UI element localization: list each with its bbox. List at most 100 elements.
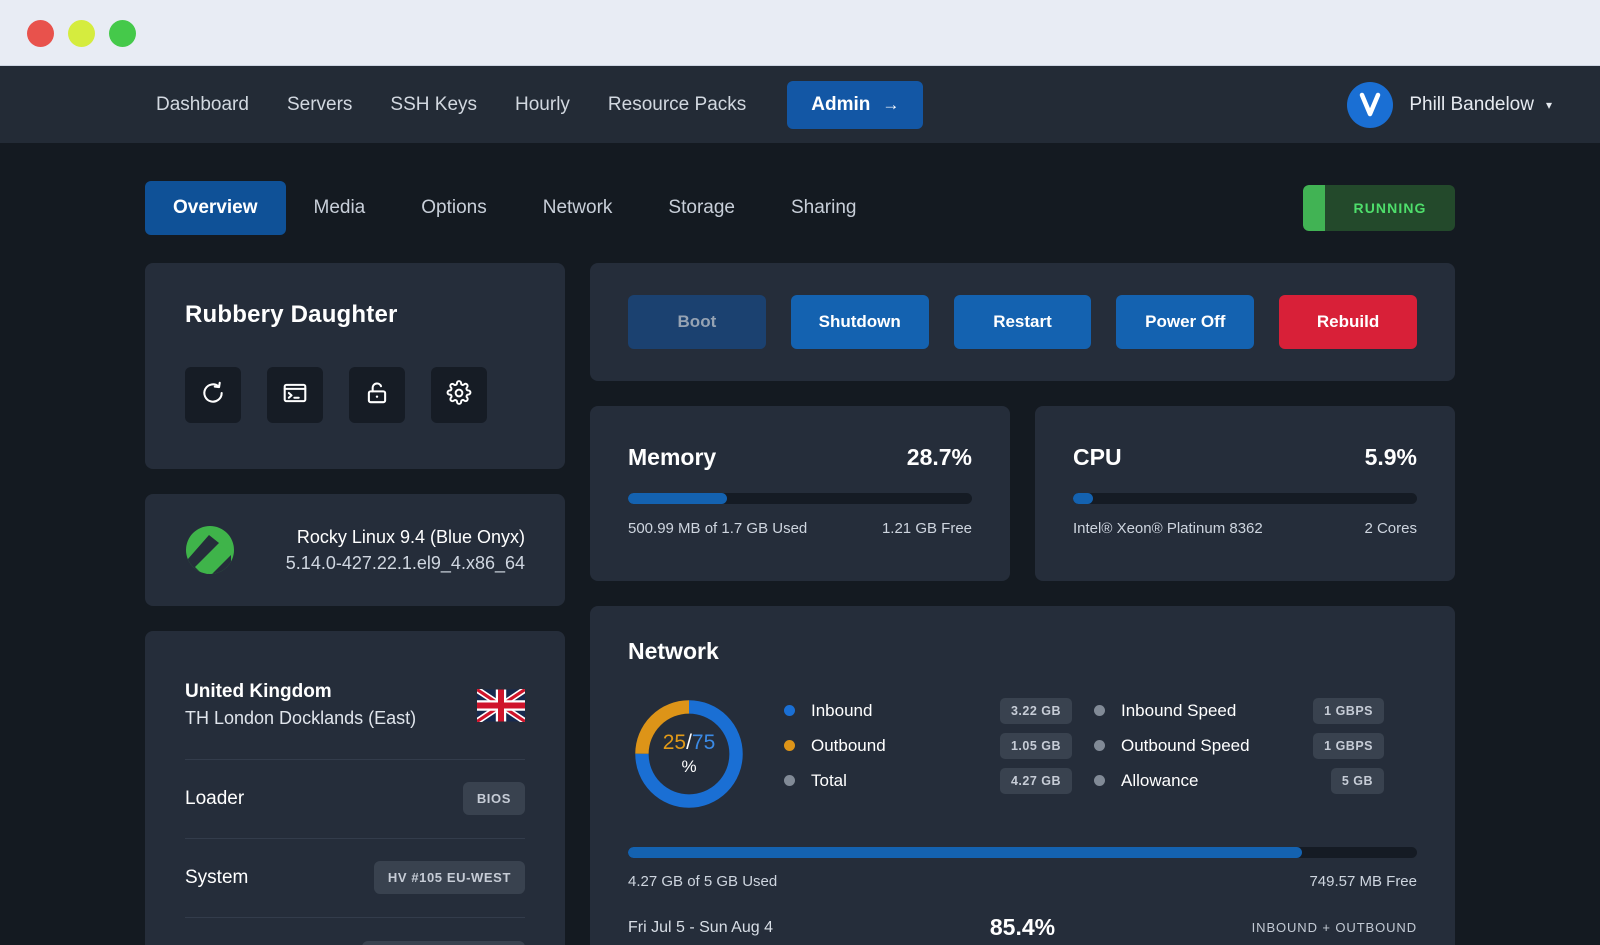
network-usage-track [628, 847, 1417, 858]
gear-icon [446, 379, 472, 411]
network-body: 25/75 % Inbound 3.22 GB Outbound 1.05 GB… [628, 693, 1417, 815]
legend-dot-allowance [1094, 775, 1105, 786]
legend-label-inbound-speed: Inbound Speed [1121, 700, 1237, 720]
window-titlebar [0, 0, 1600, 66]
server-name-title: Rubbery Daughter [185, 301, 398, 328]
network-card: Network 25/75 % Inbound 3.22 GB Outbound… [590, 606, 1455, 945]
server-card: Rubbery Daughter [145, 263, 565, 469]
unlock-icon [364, 380, 390, 411]
nav-links: Dashboard Servers SSH Keys Hourly Resour… [156, 80, 924, 129]
status-accent-bar [1303, 185, 1325, 231]
memory-free-label: 1.21 GB Free [881, 520, 972, 537]
network-donut-wrap: 25/75 % [628, 693, 756, 815]
cpu-title: CPU [1073, 444, 1122, 470]
unlock-icon-button[interactable] [349, 367, 405, 423]
right-column: Boot Shutdown Restart Power Off Rebuild … [590, 263, 1455, 945]
detail-row-created: Created JUL 5, 2024 1:15 PM [185, 918, 525, 945]
cpu-footer: Intel® Xeon® Platinum 8362 2 Cores [1073, 520, 1417, 537]
network-legend-left: Inbound 3.22 GB Outbound 1.05 GB Total 4… [784, 693, 1072, 798]
network-summary-percent: 85.4% [989, 914, 1056, 940]
boot-button[interactable]: Boot [628, 295, 766, 349]
user-menu[interactable]: Phill Bandelow ▾ [1347, 81, 1568, 128]
tab-network[interactable]: Network [515, 181, 641, 235]
network-usage-footer: 4.27 GB of 5 GB Used 749.57 MB Free [628, 873, 1417, 890]
status-badge: RUNNING [1303, 185, 1455, 231]
legend-row-allowance: Allowance 5 GB [1094, 763, 1384, 798]
admin-button[interactable]: Admin → [787, 80, 924, 129]
legend-row-inbound-speed: Inbound Speed 1 GBPS [1094, 693, 1384, 728]
network-donut-center: 25/75 % [628, 693, 750, 815]
page-body: Overview Media Options Network Storage S… [0, 143, 1600, 945]
network-summary: Fri Jul 5 - Sun Aug 4 85.4% INBOUND + OU… [628, 914, 1417, 941]
os-kernel-label: 5.14.0-427.22.1.el9_4.x86_64 [285, 553, 525, 574]
shutdown-button[interactable]: Shutdown [790, 295, 929, 349]
detail-value-loader: BIOS [462, 782, 525, 816]
tab-media[interactable]: Media [286, 181, 394, 235]
network-donut-chart: 25/75 % [628, 693, 750, 815]
nav-link-hourly[interactable]: Hourly [496, 88, 589, 122]
status-badge-label: RUNNING [1353, 200, 1427, 216]
left-column: Rubbery Daughter Rocky Linux 9.4 (Blue O… [145, 263, 565, 945]
united-kingdom-flag-icon [475, 686, 527, 724]
legend-value-allowance: 5 GB [1330, 767, 1384, 794]
tab-storage[interactable]: Storage [640, 181, 763, 235]
legend-dot-total [784, 775, 795, 786]
tab-sharing[interactable]: Sharing [763, 181, 885, 235]
donut-inbound-value: 75 [691, 731, 716, 755]
legend-row-total: Total 4.27 GB [784, 763, 1072, 798]
legend-value-outbound-speed: 1 GBPS [1313, 732, 1384, 759]
chevron-down-icon: ▾ [1545, 97, 1552, 112]
top-navigation-bar: Dashboard Servers SSH Keys Hourly Resour… [0, 66, 1600, 143]
region-text: United Kingdom TH London Docklands (East… [185, 679, 477, 731]
server-details-card: United Kingdom TH London Docklands (East… [145, 631, 565, 945]
os-name-label: Rocky Linux 9.4 (Blue Onyx) [296, 527, 525, 547]
nav-link-ssh-keys[interactable]: SSH Keys [371, 88, 496, 122]
cpu-progress-track [1073, 493, 1417, 504]
arrow-right-icon: → [882, 95, 900, 114]
legend-value-inbound-speed: 1 GBPS [1313, 697, 1384, 724]
window-zoom-button[interactable] [109, 19, 136, 47]
memory-header: Memory 28.7% [628, 444, 972, 471]
settings-icon-button[interactable] [431, 367, 487, 423]
tab-options[interactable]: Options [393, 181, 514, 235]
rocky-linux-logo-icon [185, 525, 235, 575]
network-free-label: 749.57 MB Free [1309, 873, 1417, 890]
legend-row-outbound: Outbound 1.05 GB [784, 728, 1072, 763]
donut-unit-label: % [681, 756, 697, 776]
power-actions-card: Boot Shutdown Restart Power Off Rebuild [590, 263, 1455, 381]
legend-value-outbound: 1.05 GB [999, 732, 1072, 759]
detail-label-loader: Loader [185, 787, 245, 809]
memory-title: Memory [628, 444, 717, 470]
legend-label-inbound: Inbound [811, 700, 873, 720]
legend-label-outbound-speed: Outbound Speed [1121, 735, 1250, 755]
memory-progress-track [628, 493, 972, 504]
memory-percent: 28.7% [906, 444, 972, 470]
window-close-button[interactable] [27, 19, 54, 47]
tab-bar: Overview Media Options Network Storage S… [145, 181, 1455, 235]
legend-label-outbound: Outbound [811, 735, 886, 755]
region-site-label: TH London Docklands (East) [185, 707, 417, 728]
region-country-label: United Kingdom [185, 681, 332, 703]
network-legend-right: Inbound Speed 1 GBPS Outbound Speed 1 GB… [1094, 693, 1384, 798]
nav-link-servers[interactable]: Servers [268, 88, 371, 122]
network-usage-fill [628, 847, 1302, 858]
legend-dot-outbound-speed [1094, 740, 1105, 751]
tab-overview[interactable]: Overview [145, 181, 286, 235]
network-donut-ratio: 25/75 [663, 731, 716, 754]
content-grid: Rubbery Daughter Rocky Linux 9.4 (Blue O… [145, 263, 1455, 945]
power-off-button[interactable]: Power Off [1116, 295, 1255, 349]
cpu-cores-label: 2 Cores [1364, 520, 1417, 537]
cpu-card: CPU 5.9% Intel® Xeon® Platinum 8362 2 Co… [1035, 406, 1455, 581]
window-minimize-button[interactable] [68, 19, 95, 47]
console-icon-button[interactable] [267, 367, 323, 423]
donut-outbound-value: 25 [662, 731, 687, 755]
detail-label-system: System [185, 866, 249, 888]
restart-icon-button[interactable] [185, 367, 241, 423]
user-name-label: Phill Bandelow [1409, 93, 1534, 115]
rebuild-button[interactable]: Rebuild [1279, 295, 1417, 349]
detail-row-system: System HV #105 EU-WEST [185, 839, 525, 918]
nav-link-resource-packs[interactable]: Resource Packs [589, 88, 765, 122]
nav-link-dashboard[interactable]: Dashboard [156, 88, 268, 122]
cpu-header: CPU 5.9% [1073, 444, 1417, 471]
restart-button[interactable]: Restart [953, 295, 1092, 349]
